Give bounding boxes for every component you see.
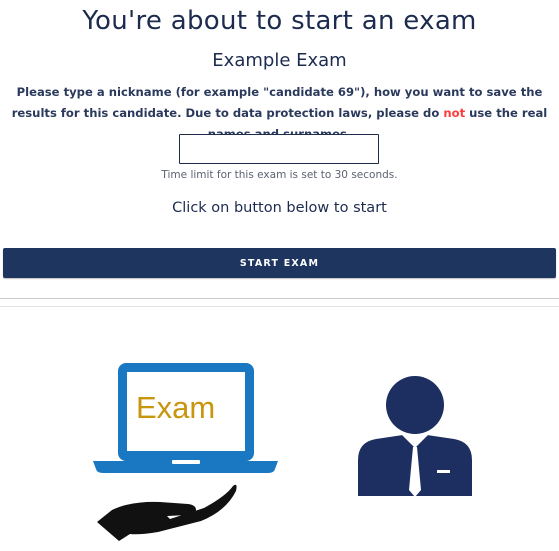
laptop-screen-text: Exam [136,390,215,425]
exam-illustration: Exam [93,363,472,541]
divider-secondary [0,306,559,307]
click-instruction: Click on button below to start [172,200,387,216]
hand-icon [97,484,237,541]
page-title: You're about to start an exam [82,6,477,36]
exam-start-page: You're about to start an exam Example Ex… [0,0,559,551]
person-icon [358,376,472,497]
nickname-input[interactable] [179,134,379,164]
time-limit-text: Time limit for this exam is set to 30 se… [161,169,398,181]
divider [0,298,559,299]
instructions-highlight: not [443,106,466,120]
start-exam-button[interactable]: START EXAM [3,248,556,278]
exam-name: Example Exam [212,50,347,71]
laptop-icon: Exam [93,363,278,473]
